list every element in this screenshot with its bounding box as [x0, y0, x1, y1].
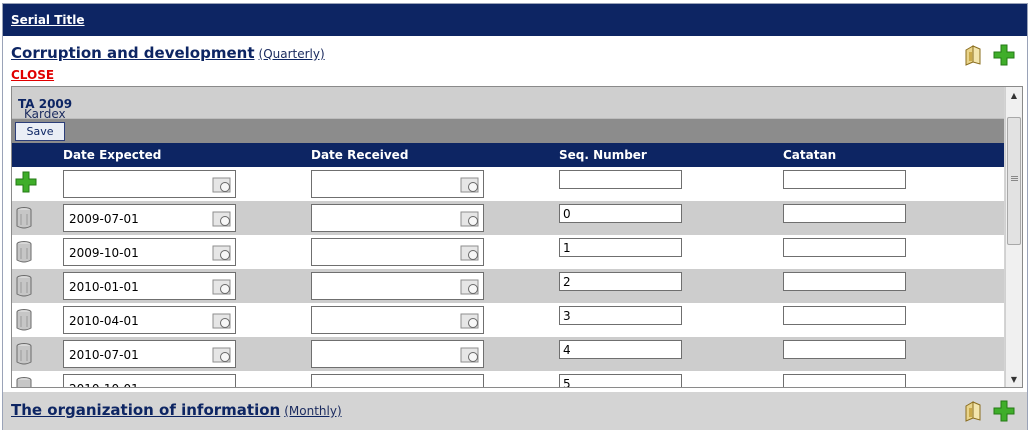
- seq-number-input[interactable]: 4: [559, 340, 682, 359]
- catatan-input[interactable]: [783, 238, 906, 257]
- serial-row-1: Corruption and development (Quarterly): [3, 38, 1027, 72]
- save-toolbar: Save: [12, 119, 1004, 143]
- trash-icon[interactable]: [15, 376, 33, 387]
- table-row-new: [12, 167, 1004, 201]
- column-date-received: Date Received: [311, 148, 409, 162]
- save-button[interactable]: Save: [15, 122, 65, 141]
- trash-icon[interactable]: [15, 274, 33, 301]
- scroll-down-icon[interactable]: ▼: [1006, 371, 1022, 387]
- scroll-up-icon[interactable]: ▲: [1006, 87, 1022, 103]
- calendar-icon[interactable]: [212, 278, 232, 296]
- catatan-input[interactable]: [783, 170, 906, 189]
- kardex-detail-panel: Kardex Detail for subscription TA 2009 S…: [11, 86, 1023, 388]
- book-icon[interactable]: [963, 400, 983, 425]
- catatan-input[interactable]: [783, 374, 906, 387]
- add-row-icon[interactable]: [15, 171, 37, 196]
- date-received-input[interactable]: [311, 204, 484, 232]
- catatan-input[interactable]: [783, 306, 906, 325]
- date-received-input[interactable]: [311, 238, 484, 266]
- seq-number-input[interactable]: 1: [559, 238, 682, 257]
- trash-icon[interactable]: [15, 342, 33, 369]
- table-row: 2010-10-01 5: [12, 371, 1004, 387]
- seq-number-input[interactable]: 0: [559, 204, 682, 223]
- calendar-icon[interactable]: [460, 312, 480, 330]
- calendar-icon[interactable]: [212, 210, 232, 228]
- trash-icon[interactable]: [15, 206, 33, 233]
- kardex-caption: Kardex Detail for subscription TA 2009: [12, 87, 1004, 149]
- add-icon[interactable]: [993, 400, 1015, 425]
- kardex-column-header: Date Expected Date Received Seq. Number …: [12, 143, 1004, 167]
- table-row: 2009-07-01 0: [12, 201, 1004, 235]
- seq-number-input[interactable]: 5: [559, 374, 682, 387]
- calendar-icon[interactable]: [460, 244, 480, 262]
- calendar-icon[interactable]: [460, 346, 480, 364]
- table-row: 2010-07-01 4: [12, 337, 1004, 371]
- serial-panel: Serial Title Corruption and development(…: [2, 3, 1028, 430]
- table-row: 2009-10-01 1: [12, 235, 1004, 269]
- calendar-icon[interactable]: [212, 244, 232, 262]
- date-received-input[interactable]: [311, 272, 484, 300]
- serial-frequency: (Quarterly): [258, 47, 325, 61]
- column-catatan: Catatan: [783, 148, 837, 162]
- table-row: 2010-01-01 2: [12, 269, 1004, 303]
- column-seq-number: Seq. Number: [559, 148, 647, 162]
- catatan-input[interactable]: [783, 340, 906, 359]
- table-row: 2010-04-01 3: [12, 303, 1004, 337]
- serial-title-link[interactable]: Corruption and development (Quarterly): [11, 44, 325, 62]
- serial-title-header-link[interactable]: Serial Title: [11, 13, 85, 27]
- column-date-expected: Date Expected: [63, 148, 162, 162]
- serial-frequency: (Monthly): [284, 404, 342, 418]
- catatan-input[interactable]: [783, 272, 906, 291]
- seq-number-input[interactable]: 2: [559, 272, 682, 291]
- seq-number-input[interactable]: [559, 170, 682, 189]
- kardex-scrollbar[interactable]: ▲ ▼: [1005, 87, 1022, 387]
- date-received-input[interactable]: [311, 170, 484, 198]
- close-link[interactable]: CLOSE: [11, 68, 54, 82]
- trash-icon[interactable]: [15, 240, 33, 267]
- date-expected-input[interactable]: 2009-07-01: [63, 204, 236, 232]
- header-bar: Serial Title: [3, 4, 1027, 36]
- calendar-icon[interactable]: [460, 210, 480, 228]
- date-expected-input[interactable]: 2010-04-01: [63, 306, 236, 334]
- seq-number-input[interactable]: 3: [559, 306, 682, 325]
- date-expected-input[interactable]: 2010-01-01: [63, 272, 236, 300]
- date-received-input[interactable]: [311, 306, 484, 334]
- scroll-thumb[interactable]: [1007, 117, 1021, 245]
- date-expected-input[interactable]: 2010-10-01: [63, 374, 236, 387]
- catatan-input[interactable]: [783, 204, 906, 223]
- calendar-icon[interactable]: [212, 176, 232, 194]
- date-received-input[interactable]: [311, 340, 484, 368]
- date-expected-input[interactable]: 2010-07-01: [63, 340, 236, 368]
- date-expected-input[interactable]: [63, 170, 236, 198]
- serial-title-link[interactable]: The organization of information (Monthly): [11, 401, 342, 419]
- serial-row-2: The organization of information (Monthly): [3, 392, 1027, 430]
- calendar-icon[interactable]: [212, 312, 232, 330]
- add-icon[interactable]: [993, 44, 1015, 69]
- date-expected-input[interactable]: 2009-10-01: [63, 238, 236, 266]
- book-icon[interactable]: [963, 44, 983, 69]
- calendar-icon[interactable]: [460, 278, 480, 296]
- date-received-input[interactable]: [311, 374, 484, 387]
- trash-icon[interactable]: [15, 308, 33, 335]
- calendar-icon[interactable]: [212, 346, 232, 364]
- calendar-icon[interactable]: [460, 176, 480, 194]
